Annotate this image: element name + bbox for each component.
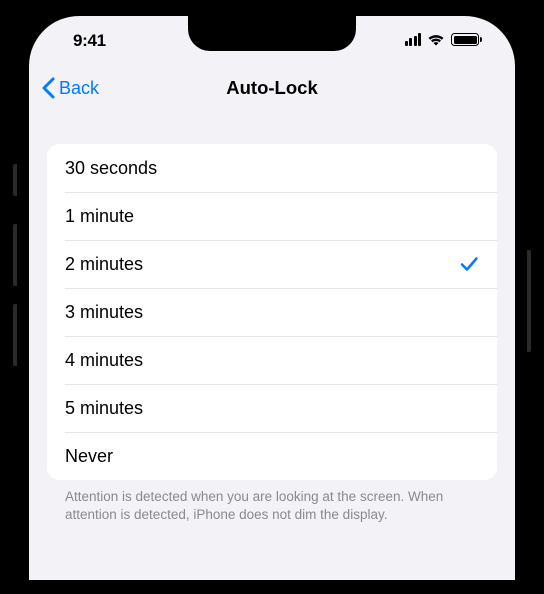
option-label: 3 minutes bbox=[65, 302, 143, 323]
ringer-switch bbox=[13, 164, 17, 196]
option-4-minutes[interactable]: 4 minutes bbox=[47, 336, 497, 384]
status-time: 9:41 bbox=[59, 31, 106, 51]
option-1-minute[interactable]: 1 minute bbox=[47, 192, 497, 240]
option-3-minutes[interactable]: 3 minutes bbox=[47, 288, 497, 336]
volume-up-button bbox=[13, 224, 17, 286]
status-indicators bbox=[405, 31, 486, 46]
chevron-left-icon bbox=[41, 77, 55, 99]
option-label: Never bbox=[65, 446, 113, 467]
notch bbox=[188, 16, 356, 51]
option-label: 1 minute bbox=[65, 206, 134, 227]
device-frame: 9:41 Back Auto-Lock 30 seconds 1 minut bbox=[15, 2, 529, 594]
battery-icon bbox=[451, 33, 479, 46]
footer-explanation: Attention is detected when you are looki… bbox=[47, 480, 497, 524]
option-never[interactable]: Never bbox=[47, 432, 497, 480]
screen: 9:41 Back Auto-Lock 30 seconds 1 minut bbox=[29, 16, 515, 580]
option-label: 30 seconds bbox=[65, 158, 157, 179]
option-label: 5 minutes bbox=[65, 398, 143, 419]
back-label: Back bbox=[59, 78, 99, 99]
back-button[interactable]: Back bbox=[41, 77, 99, 99]
option-30-seconds[interactable]: 30 seconds bbox=[47, 144, 497, 192]
navigation-bar: Back Auto-Lock bbox=[29, 64, 515, 112]
option-label: 4 minutes bbox=[65, 350, 143, 371]
power-button bbox=[527, 250, 531, 352]
option-label: 2 minutes bbox=[65, 254, 143, 275]
cellular-signal-icon bbox=[405, 33, 422, 46]
volume-down-button bbox=[13, 304, 17, 366]
option-5-minutes[interactable]: 5 minutes bbox=[47, 384, 497, 432]
autolock-options-list: 30 seconds 1 minute 2 minutes 3 minutes … bbox=[47, 144, 497, 480]
page-title: Auto-Lock bbox=[29, 77, 515, 99]
wifi-icon bbox=[427, 33, 445, 46]
checkmark-icon bbox=[459, 254, 479, 274]
option-2-minutes[interactable]: 2 minutes bbox=[47, 240, 497, 288]
